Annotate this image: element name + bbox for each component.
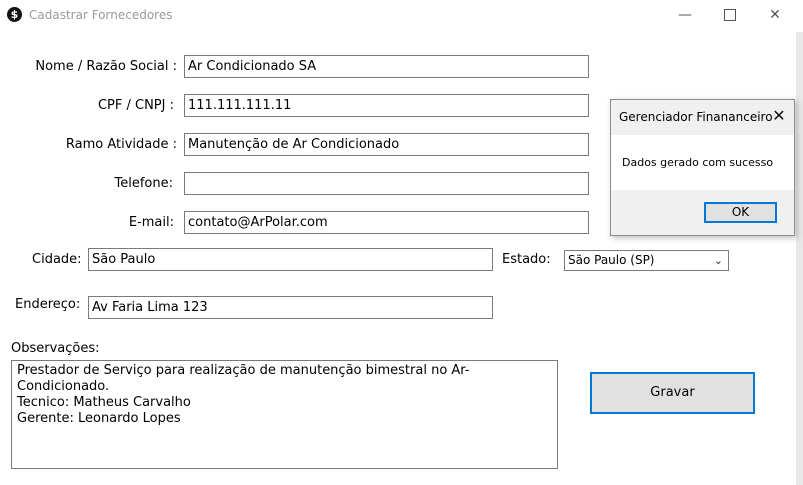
dialog-body: Dados gerado com sucesso [611,135,794,190]
telefone-label: Telefone: [114,176,174,191]
maximize-button[interactable] [707,0,753,30]
estado-select[interactable]: São Paulo (SP) ⌄ [564,250,729,271]
cpf-label: CPF / CNPJ : [97,98,174,113]
ramo-input[interactable]: Manutenção de Ar Condicionado [184,133,589,156]
dialog-title: Gerenciador Finananceiro [619,110,773,124]
maximize-icon [724,9,736,21]
email-label: E-mail: [128,215,174,230]
title-bar: $ Cadastrar Fornecedores — ✕ [0,0,803,32]
endereco-input[interactable]: Av Faria Lima 123 [88,296,493,319]
message-dialog: Gerenciador Finananceiro ✕ Dados gerado … [610,99,795,236]
ramo-label: Ramo Atividade : [65,137,177,152]
observacoes-textarea[interactable]: Prestador de Serviço para realização de … [11,360,558,469]
estado-selected-value: São Paulo (SP) [568,253,655,267]
dialog-close-button[interactable]: ✕ [769,104,789,128]
telefone-input[interactable] [184,172,589,195]
chevron-down-icon: ⌄ [713,254,723,267]
nome-input[interactable]: Ar Condicionado SA [184,55,589,78]
close-button[interactable]: ✕ [752,0,798,30]
background-window-edge [796,32,803,485]
dollar-icon: $ [7,7,22,22]
cidade-label: Cidade: [32,252,82,267]
dialog-message: Dados gerado com sucesso [622,156,774,169]
nome-label: Nome / Razão Social : [35,59,177,74]
gravar-button[interactable]: Gravar [590,372,755,414]
ok-button[interactable]: OK [704,202,777,223]
minimize-button[interactable]: — [662,0,708,30]
estado-label: Estado: [502,252,551,267]
endereco-label: Endereço: [15,297,81,312]
window-title: Cadastrar Fornecedores [29,8,173,22]
cpf-input[interactable]: 111.111.111.11 [184,94,589,117]
cidade-input[interactable]: São Paulo [88,248,493,271]
email-input[interactable]: contato@ArPolar.com [184,211,589,234]
observacoes-label: Observações: [11,341,100,356]
